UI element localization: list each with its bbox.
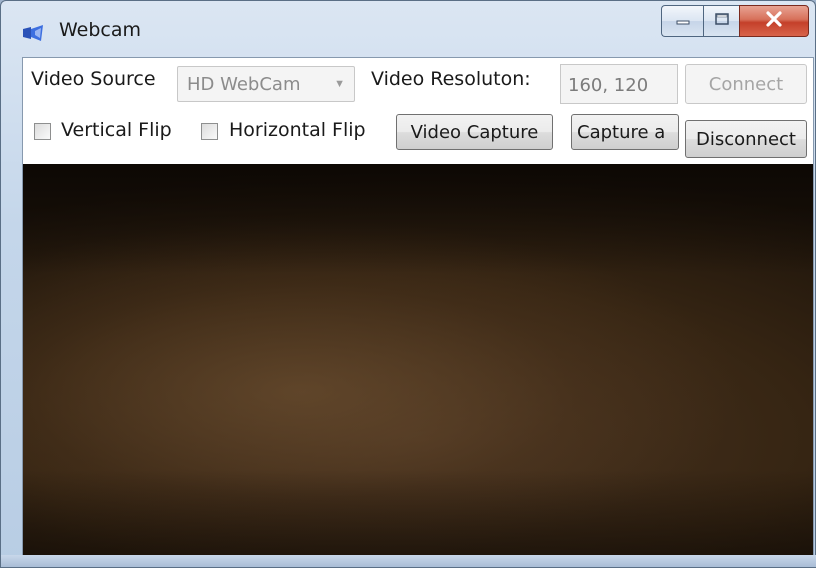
window-bottom-border [1,555,816,567]
webcam-app-icon [21,23,45,43]
horizontal-flip-checkbox[interactable] [201,123,218,140]
connect-button[interactable]: Connect [685,64,807,104]
webcam-window: Webcam Video Source HD WebCam ▼ Video Re… [0,0,816,568]
window-title: Webcam [59,19,142,41]
horizontal-flip-label[interactable]: Horizontal Flip [229,119,366,141]
video-source-select[interactable]: HD WebCam ▼ [177,66,355,102]
close-button[interactable] [739,5,809,37]
dropdown-arrow-icon: ▼ [334,78,345,90]
video-source-label: Video Source [31,68,156,90]
maximize-icon [714,12,730,31]
video-resolution-label: Video Resoluton: [371,68,531,90]
vertical-flip-checkbox[interactable] [34,123,51,140]
vertical-flip-label[interactable]: Vertical Flip [61,119,172,141]
video-resolution-field[interactable]: 160, 120 [560,64,678,104]
video-source-value: HD WebCam [187,74,301,95]
disconnect-button[interactable]: Disconnect [685,120,807,158]
video-resolution-value: 160, 120 [568,75,649,96]
close-icon [765,10,783,32]
capture-button[interactable]: Capture a [571,114,679,150]
minimize-icon [675,12,691,30]
video-capture-button[interactable]: Video Capture [396,114,553,150]
client-area: Video Source HD WebCam ▼ Video Resoluton… [22,57,814,557]
video-preview [23,164,813,556]
minimize-button[interactable] [661,5,703,37]
title-bar[interactable]: Webcam [1,1,816,57]
caption-buttons [661,5,809,39]
maximize-button[interactable] [703,5,739,37]
